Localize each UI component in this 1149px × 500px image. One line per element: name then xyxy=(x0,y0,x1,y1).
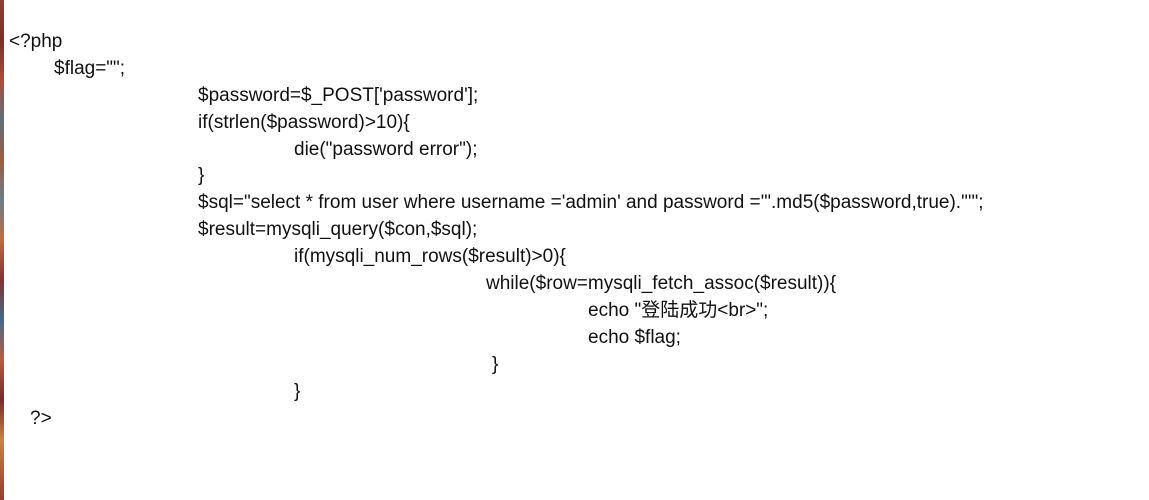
code-line-6: } xyxy=(198,165,205,186)
code-line-5: die("password error"); xyxy=(294,139,478,160)
code-line-10: while($row=mysqli_fetch_assoc($result)){ xyxy=(486,273,837,294)
code-line-2: $flag=""; xyxy=(54,58,126,79)
code-line-11: echo "登陆成功<br>"; xyxy=(588,300,769,321)
code-line-8: $result=mysqli_query($con,$sql); xyxy=(198,219,478,240)
code-line-9: if(mysqli_num_rows($result)>0){ xyxy=(294,246,566,267)
code-line-12: echo $flag; xyxy=(588,327,681,348)
code-viewer: <?php $flag=""; $password=$_POST['passwo… xyxy=(0,0,1149,500)
code-line-4: if(strlen($password)>10){ xyxy=(198,112,410,133)
code-line-13: } xyxy=(492,354,499,375)
code-line-1: <?php xyxy=(9,31,63,52)
code-line-14: } xyxy=(294,381,301,402)
code-line-15: ?> xyxy=(30,408,52,429)
code-line-3: $password=$_POST['password']; xyxy=(198,85,479,106)
code-line-7: $sql="select * from user where username … xyxy=(198,192,984,213)
